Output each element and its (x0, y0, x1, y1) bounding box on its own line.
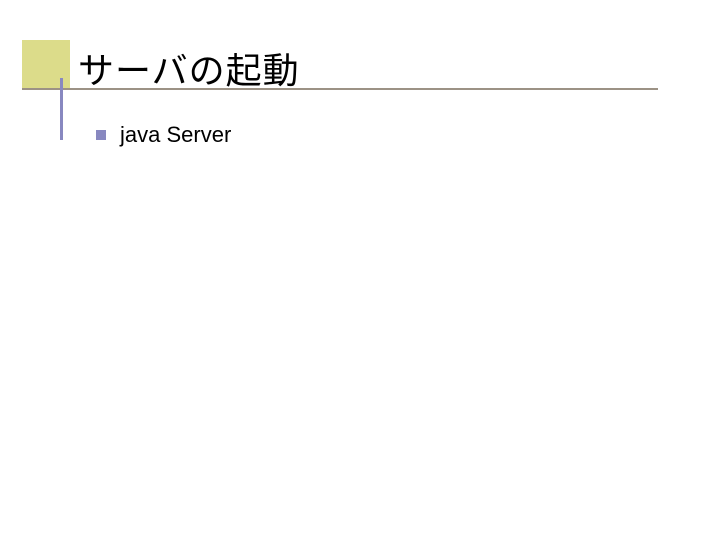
list-item: java Server (96, 122, 231, 148)
title-vertical-line (60, 78, 63, 140)
content-area: java Server (96, 122, 231, 148)
bullet-square-icon (96, 130, 106, 140)
bullet-text: java Server (120, 122, 231, 148)
title-area: サーバの起動 (0, 36, 720, 96)
slide-title: サーバの起動 (78, 42, 300, 94)
